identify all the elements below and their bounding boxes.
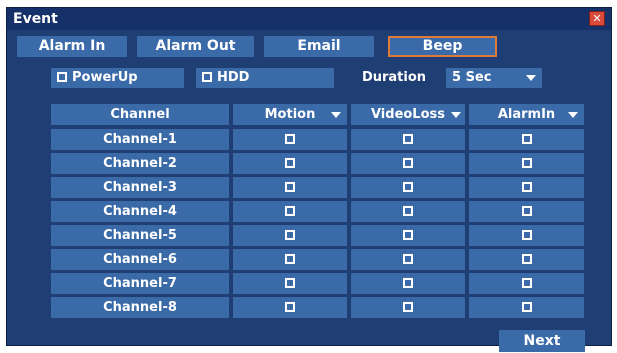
channel-header: Channel [51,104,229,125]
powerup-label: PowerUp [72,70,138,85]
checkbox-icon [285,182,295,192]
checkbox-icon [285,302,295,312]
duration-value: 5 Sec [452,70,492,85]
checkbox-icon [521,158,532,168]
powerup-checkbox[interactable]: PowerUp [51,68,184,88]
alarmin-checkbox[interactable] [469,249,584,270]
window-title: Event [13,11,58,27]
chevron-down-icon [451,112,461,118]
motion-checkbox[interactable] [233,153,347,174]
checkbox-icon [403,134,413,144]
channel-cell: Channel-6 [51,249,229,270]
chevron-down-icon [331,112,341,118]
checkbox-icon [521,182,532,192]
checkbox-icon [403,302,413,312]
next-button[interactable]: Next [499,330,585,352]
event-window: Event ✕ Alarm In Alarm Out Email Beep Po… [6,7,612,352]
motion-checkbox[interactable] [233,225,347,246]
checkbox-icon [403,230,413,240]
tab-email[interactable]: Email [264,36,374,57]
tab-beep[interactable]: Beep [388,36,497,57]
checkbox-icon [521,278,532,288]
chevron-down-icon [568,112,578,118]
checkbox-icon [403,182,413,192]
duration-label: Duration [361,70,427,85]
videoloss-checkbox[interactable] [351,201,465,222]
videoloss-checkbox[interactable] [351,177,465,198]
channel-cell: Channel-2 [51,153,229,174]
videoloss-checkbox[interactable] [351,129,465,150]
channel-cell: Channel-3 [51,177,229,198]
alarmin-checkbox[interactable] [469,273,584,294]
alarmin-header[interactable]: AlarmIn [469,104,584,125]
alarmin-checkbox[interactable] [469,297,584,318]
checkbox-icon [285,254,295,264]
channel-cell: Channel-4 [51,201,229,222]
checkbox-icon [285,134,295,144]
channel-cell: Channel-1 [51,129,229,150]
checkbox-icon [403,158,413,168]
videoloss-checkbox[interactable] [351,297,465,318]
checkbox-icon [285,278,295,288]
checkbox-icon [521,230,532,240]
tab-label: Email [297,38,341,54]
tab-label: Alarm Out [155,38,236,54]
motion-header[interactable]: Motion [233,104,347,125]
checkbox-icon [285,158,295,168]
alarmin-header-label: AlarmIn [497,107,556,122]
motion-checkbox[interactable] [233,177,347,198]
hdd-checkbox[interactable]: HDD [196,68,334,88]
alarmin-checkbox[interactable] [469,153,584,174]
checkbox-icon [403,206,413,216]
videoloss-checkbox[interactable] [351,273,465,294]
motion-checkbox[interactable] [233,273,347,294]
tab-alarm-in[interactable]: Alarm In [17,36,127,57]
chevron-down-icon [526,75,536,81]
checkbox-icon [403,278,413,288]
videoloss-checkbox[interactable] [351,249,465,270]
alarmin-checkbox[interactable] [469,177,584,198]
alarmin-checkbox[interactable] [469,201,584,222]
duration-select[interactable]: 5 Sec [446,68,542,88]
checkbox-icon [521,254,532,264]
videoloss-checkbox[interactable] [351,153,465,174]
checkbox-icon [521,206,532,216]
checkbox-icon [403,254,413,264]
videoloss-header-label: VideoLoss [370,107,446,122]
motion-checkbox[interactable] [233,201,347,222]
title-bar: Event ✕ [7,8,611,30]
motion-header-label: Motion [264,107,316,122]
close-icon[interactable]: ✕ [589,11,605,26]
tab-alarm-out[interactable]: Alarm Out [137,36,254,57]
videoloss-checkbox[interactable] [351,225,465,246]
alarmin-checkbox[interactable] [469,225,584,246]
checkbox-icon [285,206,295,216]
motion-checkbox[interactable] [233,297,347,318]
alarmin-checkbox[interactable] [469,129,584,150]
checkbox-icon [521,302,532,312]
checkbox-icon [57,72,67,82]
channel-cell: Channel-7 [51,273,229,294]
hdd-label: HDD [217,70,250,85]
checkbox-icon [202,72,212,82]
checkbox-icon [285,230,295,240]
videoloss-header[interactable]: VideoLoss [351,104,465,125]
channel-cell: Channel-5 [51,225,229,246]
tab-label: Beep [422,38,463,54]
motion-checkbox[interactable] [233,129,347,150]
checkbox-icon [521,134,532,144]
channel-cell: Channel-8 [51,297,229,318]
tab-label: Alarm In [38,38,106,54]
motion-checkbox[interactable] [233,249,347,270]
